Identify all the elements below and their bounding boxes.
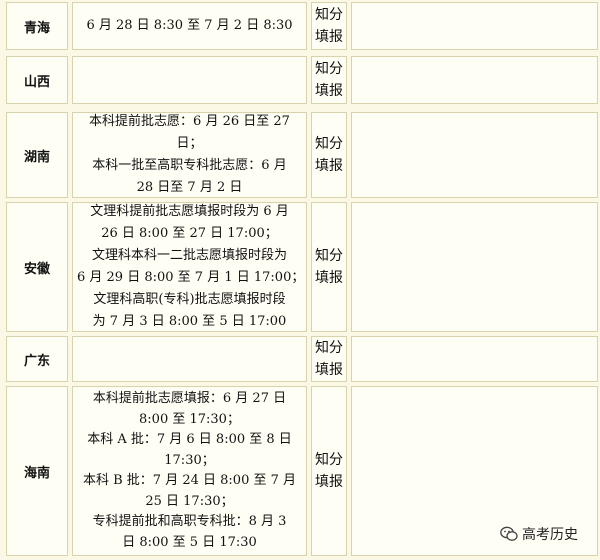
province-name: 山西 xyxy=(23,74,50,90)
province-name: 海南 xyxy=(23,465,50,481)
method-line: 知分 xyxy=(315,61,343,77)
province-cell: 山西 xyxy=(6,56,68,104)
method-line: 填报 xyxy=(315,158,343,174)
time-line: 28 日至 7 月 2 日 xyxy=(136,180,243,195)
method-line: 填报 xyxy=(315,362,343,378)
province-cell: 安徽 xyxy=(6,202,68,332)
province-cell: 海南 xyxy=(6,386,68,556)
time-line: 25 日 17:30； xyxy=(145,493,234,509)
time-line: 8:00 至 17:30； xyxy=(139,411,240,427)
time-line: 为 7 月 3 日 8:00 至 5 日 17:00 xyxy=(92,314,287,329)
method-cell: 知分 填报 xyxy=(311,202,347,332)
method-line: 填报 xyxy=(315,474,343,490)
time-line: 文理科本科一二批志愿填报时段为 xyxy=(91,248,287,263)
time-line: 本科 B 批：7 月 24 日 8:00 至 7 月 xyxy=(82,473,297,488)
method-line: 知分 xyxy=(315,7,343,23)
method-line: 知分 xyxy=(315,248,343,264)
province-cell: 广东 xyxy=(6,336,68,382)
province-name: 安徽 xyxy=(23,261,50,277)
time-line: 日； xyxy=(176,136,203,151)
method-cell: 知分 填报 xyxy=(311,386,347,556)
time-line: 日 8:00 至 5 日 17:30 xyxy=(122,534,257,550)
time-line: 本科提前批志愿填报：6 月 27 日 xyxy=(92,391,287,406)
method-line: 知分 xyxy=(315,452,343,468)
method-line: 知分 xyxy=(315,340,343,356)
method-line: 知分 xyxy=(315,136,343,152)
time-line: 本科 A 批：7 月 6 日 8:00 至 8 日 xyxy=(87,432,292,447)
wechat-icon xyxy=(500,526,518,541)
method-line: 填报 xyxy=(315,270,343,286)
time-line: 17:30； xyxy=(164,452,215,468)
notes-cell xyxy=(351,112,598,198)
notes-cell xyxy=(351,336,598,382)
province-name: 青海 xyxy=(23,20,50,36)
time-line: 文理科高职(专科)批志愿填报时段 xyxy=(93,292,286,307)
time-line: 专科提前批和高职专科批：8 月 3 xyxy=(92,514,287,529)
notes-cell xyxy=(351,56,598,104)
method-cell: 知分 填报 xyxy=(311,2,347,50)
province-cell: 湖南 xyxy=(6,112,68,198)
watermark: 高考历史 xyxy=(500,524,578,544)
time-line: 本科一批至高职专科批志愿：6 月 xyxy=(92,158,287,173)
method-line: 填报 xyxy=(315,29,343,45)
method-cell: 知分 填报 xyxy=(311,336,347,382)
time-cell: 本科提前批志愿填报：6 月 27 日 8:00 至 17:30； 本科 A 批：… xyxy=(72,386,307,556)
time-line: 6 月 29 日 8:00 至 7 月 1 日 17:00； xyxy=(77,270,305,285)
notes-cell xyxy=(351,2,598,50)
method-cell: 知分 填报 xyxy=(311,112,347,198)
time-cell xyxy=(72,336,307,382)
province-name: 湖南 xyxy=(23,149,50,165)
time-cell: 文理科提前批志愿填报时段为 6 月 26 日 8:00 至 27 日 17:00… xyxy=(72,202,307,332)
time-line: 文理科提前批志愿填报时段为 6 月 xyxy=(90,204,289,219)
time-cell xyxy=(72,56,307,104)
notes-cell xyxy=(351,202,598,332)
watermark-text: 高考历史 xyxy=(522,527,578,543)
method-cell: 知分 填报 xyxy=(311,56,347,104)
time-line: 26 日 8:00 至 27 日 17:00； xyxy=(101,226,278,241)
time-line: 本科提前批志愿：6 月 26 日至 27 xyxy=(89,114,290,129)
method-line: 填报 xyxy=(315,83,343,99)
province-name: 广东 xyxy=(23,353,50,369)
time-cell: 6 月 28 日 8:30 至 7 月 2 日 8:30 xyxy=(72,2,307,50)
time-cell: 本科提前批志愿：6 月 26 日至 27 日； 本科一批至高职专科批志愿：6 月… xyxy=(72,112,307,198)
province-cell: 青海 xyxy=(6,2,68,50)
time-line: 6 月 28 日 8:30 至 7 月 2 日 8:30 xyxy=(86,18,293,33)
